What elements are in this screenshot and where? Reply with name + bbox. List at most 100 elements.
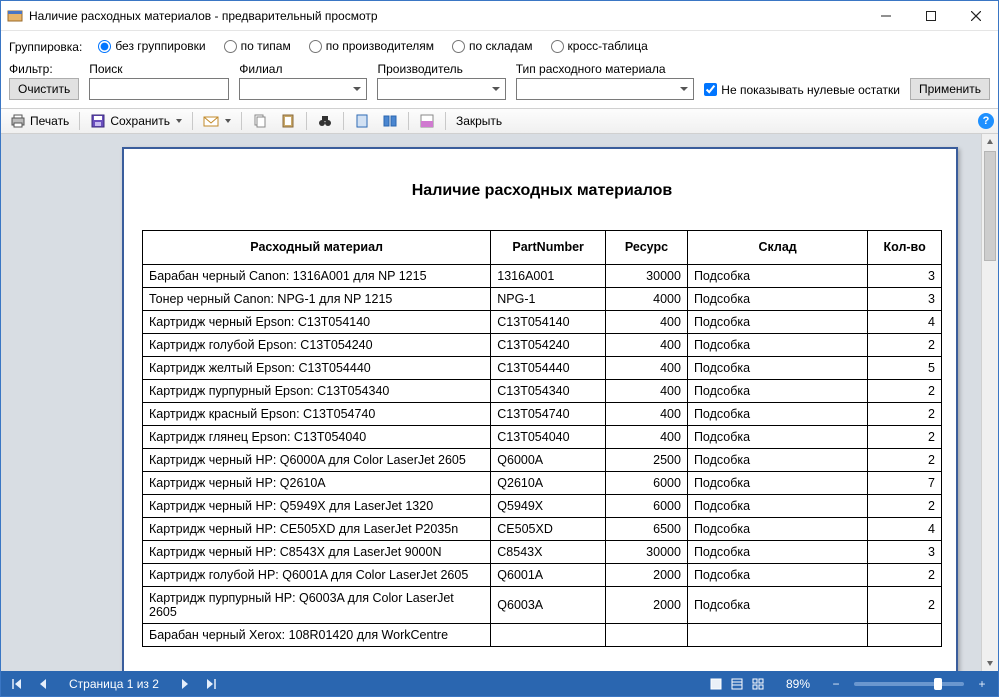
manufacturer-combo[interactable] xyxy=(377,78,505,100)
page-color-button[interactable] xyxy=(414,110,440,132)
cell-warehouse: Подсобка xyxy=(687,425,867,448)
cell-material: Картридж желтый Epson: C13T054440 xyxy=(143,356,491,379)
filter-row: Фильтр: Очистить Поиск Филиал Производит… xyxy=(1,62,998,108)
chevron-down-icon xyxy=(176,119,182,123)
table-row: Картридж черный HP: Q2610AQ2610A6000Подс… xyxy=(143,471,942,494)
search-label: Поиск xyxy=(89,62,229,76)
table-row: Картридж пурпурный HP: Q6003A для Color … xyxy=(143,586,942,623)
cell-qty: 3 xyxy=(868,540,942,563)
search-input[interactable] xyxy=(89,78,229,100)
grouping-option[interactable]: по производителям xyxy=(309,39,434,53)
cell-partnumber: C8543X xyxy=(491,540,606,563)
col-qty: Кол-во xyxy=(868,230,942,264)
grouping-option[interactable]: кросс-таблица xyxy=(551,39,648,53)
clear-button[interactable]: Очистить xyxy=(9,78,79,100)
first-page-button[interactable] xyxy=(9,676,25,692)
table-row: Картридж голубой HP: Q6001A для Color La… xyxy=(143,563,942,586)
table-row: Картридж желтый Epson: C13T054440C13T054… xyxy=(143,356,942,379)
cell-qty: 7 xyxy=(868,471,942,494)
grouping-option[interactable]: по складам xyxy=(452,39,533,53)
page-mode-2-icon[interactable] xyxy=(729,677,745,691)
cell-resource: 2000 xyxy=(606,586,688,623)
cell-qty: 3 xyxy=(868,264,942,287)
cell-material: Картридж черный HP: C8543X для LaserJet … xyxy=(143,540,491,563)
cell-resource: 2000 xyxy=(606,563,688,586)
cell-warehouse: Подсобка xyxy=(687,333,867,356)
scroll-thumb[interactable] xyxy=(984,151,996,261)
grouping-option-label: без группировки xyxy=(115,39,205,53)
type-combo[interactable] xyxy=(516,78,695,100)
apply-button[interactable]: Применить xyxy=(910,78,990,100)
cell-partnumber: Q6000A xyxy=(491,448,606,471)
next-page-button[interactable] xyxy=(177,676,193,692)
cell-qty: 2 xyxy=(868,333,942,356)
cell-warehouse: Подсобка xyxy=(687,264,867,287)
cell-material: Тонер черный Canon: NPG-1 для NP 1215 xyxy=(143,287,491,310)
find-button[interactable] xyxy=(312,110,338,132)
copy-button[interactable] xyxy=(247,110,273,132)
cell-partnumber: Q2610A xyxy=(491,471,606,494)
cell-partnumber: C13T054140 xyxy=(491,310,606,333)
cell-partnumber: C13T054740 xyxy=(491,402,606,425)
table-row: Картридж черный HP: Q6000A для Color Las… xyxy=(143,448,942,471)
single-page-button[interactable] xyxy=(349,110,375,132)
save-button[interactable]: Сохранить xyxy=(85,110,187,132)
window-title: Наличие расходных материалов - предварит… xyxy=(29,9,378,23)
grouping-option-label: по складам xyxy=(469,39,533,53)
cell-qty: 2 xyxy=(868,402,942,425)
table-row: Барабан черный Xerox: 108R01420 для Work… xyxy=(143,623,942,646)
cell-partnumber: Q6003A xyxy=(491,586,606,623)
zoom-in-button[interactable]: + xyxy=(974,676,990,692)
print-button[interactable]: Печать xyxy=(5,110,74,132)
grouping-option-label: по типам xyxy=(241,39,291,53)
cell-partnumber: C13T054440 xyxy=(491,356,606,379)
vertical-scrollbar[interactable] xyxy=(981,134,998,672)
clipboard-icon xyxy=(280,113,296,129)
scroll-up-icon[interactable] xyxy=(982,134,998,151)
cell-warehouse: Подсобка xyxy=(687,494,867,517)
cell-material: Картридж пурпурный Epson: C13T054340 xyxy=(143,379,491,402)
cell-qty: 2 xyxy=(868,586,942,623)
paint-icon xyxy=(419,113,435,129)
save-label: Сохранить xyxy=(110,114,170,128)
page-mode-1-icon[interactable] xyxy=(708,677,724,691)
prev-page-button[interactable] xyxy=(35,676,51,692)
table-row: Картридж глянец Epson: C13T054040C13T054… xyxy=(143,425,942,448)
help-icon[interactable]: ? xyxy=(978,113,994,129)
email-button[interactable] xyxy=(198,110,236,132)
cell-material: Картридж черный HP: CE505XD для LaserJet… xyxy=(143,517,491,540)
cell-partnumber xyxy=(491,623,606,646)
app-icon xyxy=(7,8,23,24)
col-material: Расходный материал xyxy=(143,230,491,264)
last-page-button[interactable] xyxy=(203,676,219,692)
hide-zero-checkbox[interactable]: Не показывать нулевые остатки xyxy=(704,83,900,97)
close-button[interactable] xyxy=(953,1,998,30)
report-title: Наличие расходных материалов xyxy=(142,182,942,200)
grouping-option[interactable]: без группировки xyxy=(98,39,205,53)
zoom-out-button[interactable]: − xyxy=(828,676,844,692)
maximize-button[interactable] xyxy=(908,1,953,30)
cell-resource: 400 xyxy=(606,402,688,425)
save-icon xyxy=(90,113,106,129)
close-label: Закрыть xyxy=(456,114,502,128)
close-preview-button[interactable]: Закрыть xyxy=(451,110,507,132)
multi-page-button[interactable] xyxy=(377,110,403,132)
zoom-value: 89% xyxy=(786,677,810,691)
cell-resource: 6000 xyxy=(606,471,688,494)
minimize-button[interactable] xyxy=(863,1,908,30)
scroll-down-icon[interactable] xyxy=(982,654,998,671)
view-mode-icons xyxy=(708,677,768,691)
grouping-option[interactable]: по типам xyxy=(224,39,291,53)
table-row: Картридж черный HP: Q5949X для LaserJet … xyxy=(143,494,942,517)
paste-button[interactable] xyxy=(275,110,301,132)
grouping-row: Группировка: без группировкипо типампо п… xyxy=(1,31,998,62)
zoom-slider[interactable] xyxy=(854,682,964,686)
branch-combo[interactable] xyxy=(239,78,367,100)
cell-partnumber: C13T054340 xyxy=(491,379,606,402)
cell-qty: 3 xyxy=(868,287,942,310)
grouping-option-label: по производителям xyxy=(326,39,434,53)
cell-qty: 5 xyxy=(868,356,942,379)
toolbar: Печать Сохранить Закрыть ? xyxy=(1,108,998,134)
page-mode-3-icon[interactable] xyxy=(750,677,766,691)
cell-warehouse: Подсобка xyxy=(687,310,867,333)
